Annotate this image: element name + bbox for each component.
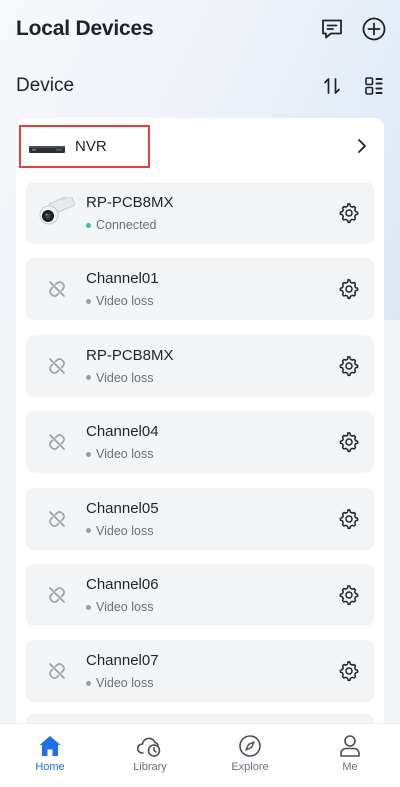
person-icon [340, 735, 360, 757]
channel-item[interactable]: Channel04 Video loss [26, 411, 374, 474]
page-title: Local Devices [16, 17, 154, 40]
link-broken-icon [38, 655, 76, 687]
status-text: Video loss [96, 370, 154, 385]
status-dot [86, 680, 91, 686]
channel-name: Channel06 [86, 576, 159, 593]
message-icon [322, 19, 342, 39]
top-actions [318, 15, 388, 43]
add-device-button[interactable] [360, 15, 388, 43]
tab-label-explore: Explore [231, 761, 269, 773]
link-broken-icon [38, 273, 76, 305]
channel-status: Video loss [86, 371, 153, 385]
section-title: Device [16, 75, 75, 96]
channel-name: Channel01 [86, 270, 159, 288]
link-broken-icon [38, 350, 76, 382]
channel-status: Video loss [86, 447, 153, 461]
nvr-device-icon [29, 142, 65, 160]
channel-status: Video loss [86, 676, 153, 690]
status-text: Video loss [96, 600, 154, 614]
bottom-tab-bar: Home Library Explore Me [0, 723, 400, 787]
channel-item[interactable]: RP-PCB8MX Video loss [26, 334, 374, 397]
channel-item[interactable]: Channel07 Video loss [26, 640, 374, 703]
channel-item[interactable]: Channel06 Video loss [26, 564, 374, 626]
gear-icon[interactable] [338, 355, 360, 382]
status-text: Video loss [96, 447, 154, 462]
grid-view-icon [365, 77, 383, 95]
home-icon [39, 736, 61, 756]
gear-icon[interactable] [338, 660, 360, 687]
channel-name: Channel04 [86, 423, 159, 441]
link-broken-icon [38, 426, 76, 458]
tab-explore[interactable]: Explore [200, 724, 300, 787]
tab-label-me: Me [342, 761, 358, 773]
section-actions [318, 72, 388, 100]
tab-label-home: Home [35, 761, 65, 773]
status-text: Connected [96, 218, 157, 232]
grid-view-button[interactable] [360, 72, 388, 100]
status-dot [86, 222, 91, 228]
gear-icon[interactable] [338, 278, 360, 305]
status-text: Video loss [96, 676, 154, 691]
message-button[interactable] [318, 15, 346, 43]
nvr-name: NVR [75, 138, 107, 155]
gear-icon[interactable] [338, 202, 360, 229]
channel-name: RP-PCB8MX [86, 346, 174, 364]
channel-name: RP-PCB8MX [86, 194, 174, 211]
gear-icon[interactable] [338, 431, 360, 458]
status-text: Video loss [96, 294, 154, 309]
tab-label-library: Library [133, 761, 167, 773]
plus-circle-icon [362, 17, 386, 41]
cloud-clock-icon [136, 737, 161, 757]
gear-icon[interactable] [338, 584, 360, 611]
sort-icon [324, 78, 340, 94]
gear-icon[interactable] [338, 508, 360, 535]
channel-name: Channel05 [86, 499, 159, 517]
section-header: Device [16, 72, 388, 100]
nvr-row[interactable]: NVR [16, 118, 384, 174]
channel-item[interactable]: Channel01 Video loss [26, 258, 374, 321]
status-dot [86, 528, 91, 534]
tab-library[interactable]: Library [100, 724, 200, 787]
status-dot [86, 604, 91, 610]
status-text: Video loss [96, 523, 154, 538]
channel-status: Video loss [86, 524, 153, 538]
sort-button[interactable] [318, 72, 346, 100]
channel-status: Video loss [86, 294, 153, 308]
status-dot [86, 375, 91, 381]
status-dot [86, 298, 91, 304]
channel-item[interactable]: RP-PCB8MX Connected [26, 182, 374, 244]
channel-status: Video loss [86, 600, 153, 614]
tab-me[interactable]: Me [300, 724, 400, 787]
device-card: NVR RP-PCB8MX Connected Channel01 Video los… [16, 118, 384, 758]
channel-item[interactable]: Channel05 Video loss [26, 487, 374, 550]
top-bar: Local Devices [16, 14, 388, 44]
camera-thumbnail [38, 197, 76, 229]
channel-name: Channel07 [86, 652, 159, 670]
link-broken-icon [38, 579, 76, 611]
channel-status: Connected [86, 218, 156, 232]
tab-home[interactable]: Home [0, 724, 100, 787]
status-dot [86, 451, 91, 457]
compass-icon [239, 735, 261, 757]
link-broken-icon [38, 503, 76, 535]
chevron-right-icon [354, 137, 370, 160]
